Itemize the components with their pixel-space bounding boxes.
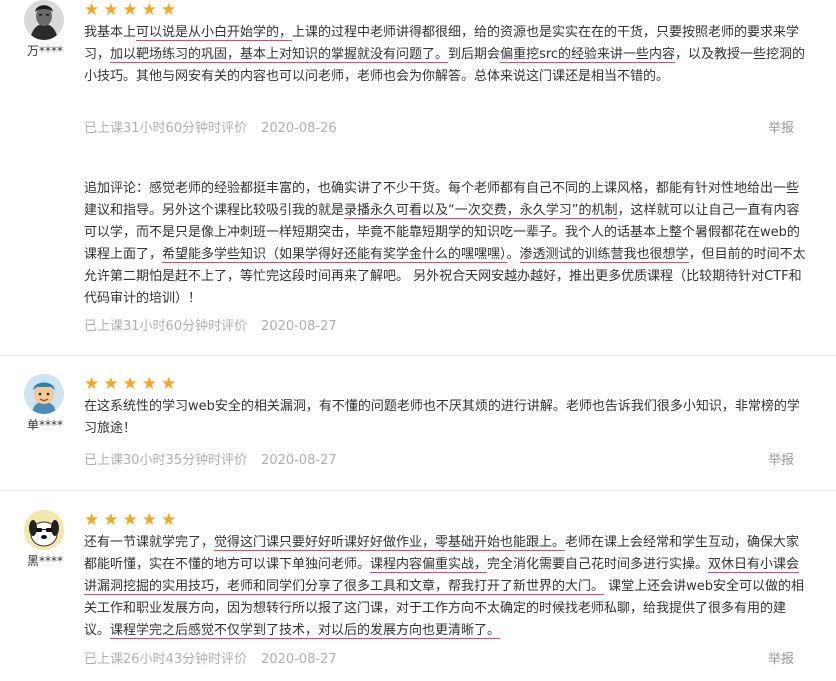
highlighted-phrase: 帮我打开了新世界的大门。 [448, 579, 605, 595]
star-rating: ★★★★★ [84, 374, 181, 394]
study-duration: 已上课31小时60分钟时评价 [84, 121, 248, 136]
avatar[interactable] [24, 510, 64, 550]
highlighted-phrase: 可以说是从小白开始学的， [136, 25, 293, 41]
highlighted-phrase: 加以靶场练习的巩固， [110, 47, 241, 63]
review-meta: 已上课26小时43分钟时评价 2020-08-27 [84, 648, 337, 667]
highlighted-phrase: 觉得这门课只要好好听课好好做作业，零基础开始也能跟上。 [214, 535, 566, 551]
review-date: 2020-08-27 [261, 652, 337, 667]
highlighted-phrase: 渗透测试的训练营我也很想学 [519, 247, 689, 263]
report-button[interactable]: 举报 [768, 117, 794, 136]
review-date: 2020-08-26 [261, 121, 337, 136]
highlighted-phrase: 基本上对知识的掌握就没有问题了。 [240, 47, 449, 63]
star-rating: ★★★★★ [84, 0, 181, 20]
highlighted-phrase: 课程内容偏重实战， [370, 557, 488, 573]
study-duration: 已上课30小时35分钟时评价 [84, 453, 248, 468]
review-text: 还有一节课就学完了，觉得这门课只要好好听课好好做作业，零基础开始也能跟上。老师在… [84, 532, 808, 642]
study-duration: 已上课31小时60分钟时评价 [84, 319, 248, 334]
highlighted-phrase: 课程学完之后感觉不仅学到了技术，对以后的发展方向也更清晰了。 [110, 623, 501, 639]
review-text: 我基本上可以说是从小白开始学的，上课的过程中老师讲得都很细，给的资源也是实实在在… [84, 22, 808, 88]
text-segment: 完全消化需要自己花时间多进行实操。 [487, 557, 709, 572]
review-meta: 已上课30小时35分钟时评价 2020-08-27 [84, 449, 337, 468]
highlighted-phrase: 希望能多学些知识（如果学得好还能有奖学金什么的嘿嘿嘿） [162, 247, 507, 263]
review-text: 在这系统性的学习web安全的相关漏洞，有不懂的问题老师也不厌其烦的进行讲解。老师… [84, 396, 808, 440]
divider [0, 490, 836, 491]
text-segment: 。 [506, 247, 520, 262]
study-duration: 已上课26小时43分钟时评价 [84, 652, 248, 667]
review-date: 2020-08-27 [261, 453, 337, 468]
text-segment: 我基本上 [84, 25, 137, 40]
username[interactable]: 万**** [22, 42, 68, 59]
highlighted-phrase: 录播永久可看以及“一次交费，永久学习”的机制 [344, 203, 618, 219]
text-segment: 还有一节课就学完了， [84, 535, 215, 550]
text-segment: 到后期会 [448, 47, 501, 62]
divider [0, 355, 836, 356]
text-segment: 在这系统性的学习web安全的相关漏洞，有不懂的问题老师也不厌其烦的进行讲解。老师… [84, 399, 800, 436]
followup-text: 追加评论：感觉老师的经验都挺丰富的，也确实讲了不少干货。每个老师都有自己不同的上… [84, 178, 808, 310]
avatar[interactable] [24, 0, 64, 40]
report-button[interactable]: 举报 [768, 648, 794, 667]
highlighted-phrase: 偏重挖src的经验来讲一些内容 [500, 47, 676, 63]
review-date: 2020-08-27 [261, 319, 337, 334]
star-rating: ★★★★★ [84, 510, 181, 530]
username[interactable]: 单**** [22, 416, 68, 433]
username[interactable]: 黑**** [22, 552, 68, 569]
report-button[interactable]: 举报 [768, 449, 794, 468]
avatar[interactable] [24, 374, 64, 414]
highlighted-phrase: 老师和同学们分享了很多工具和文章， [227, 579, 449, 595]
followup-meta: 已上课31小时60分钟时评价 2020-08-27 [84, 315, 337, 334]
review-meta: 已上课31小时60分钟时评价 2020-08-26 [84, 117, 337, 136]
